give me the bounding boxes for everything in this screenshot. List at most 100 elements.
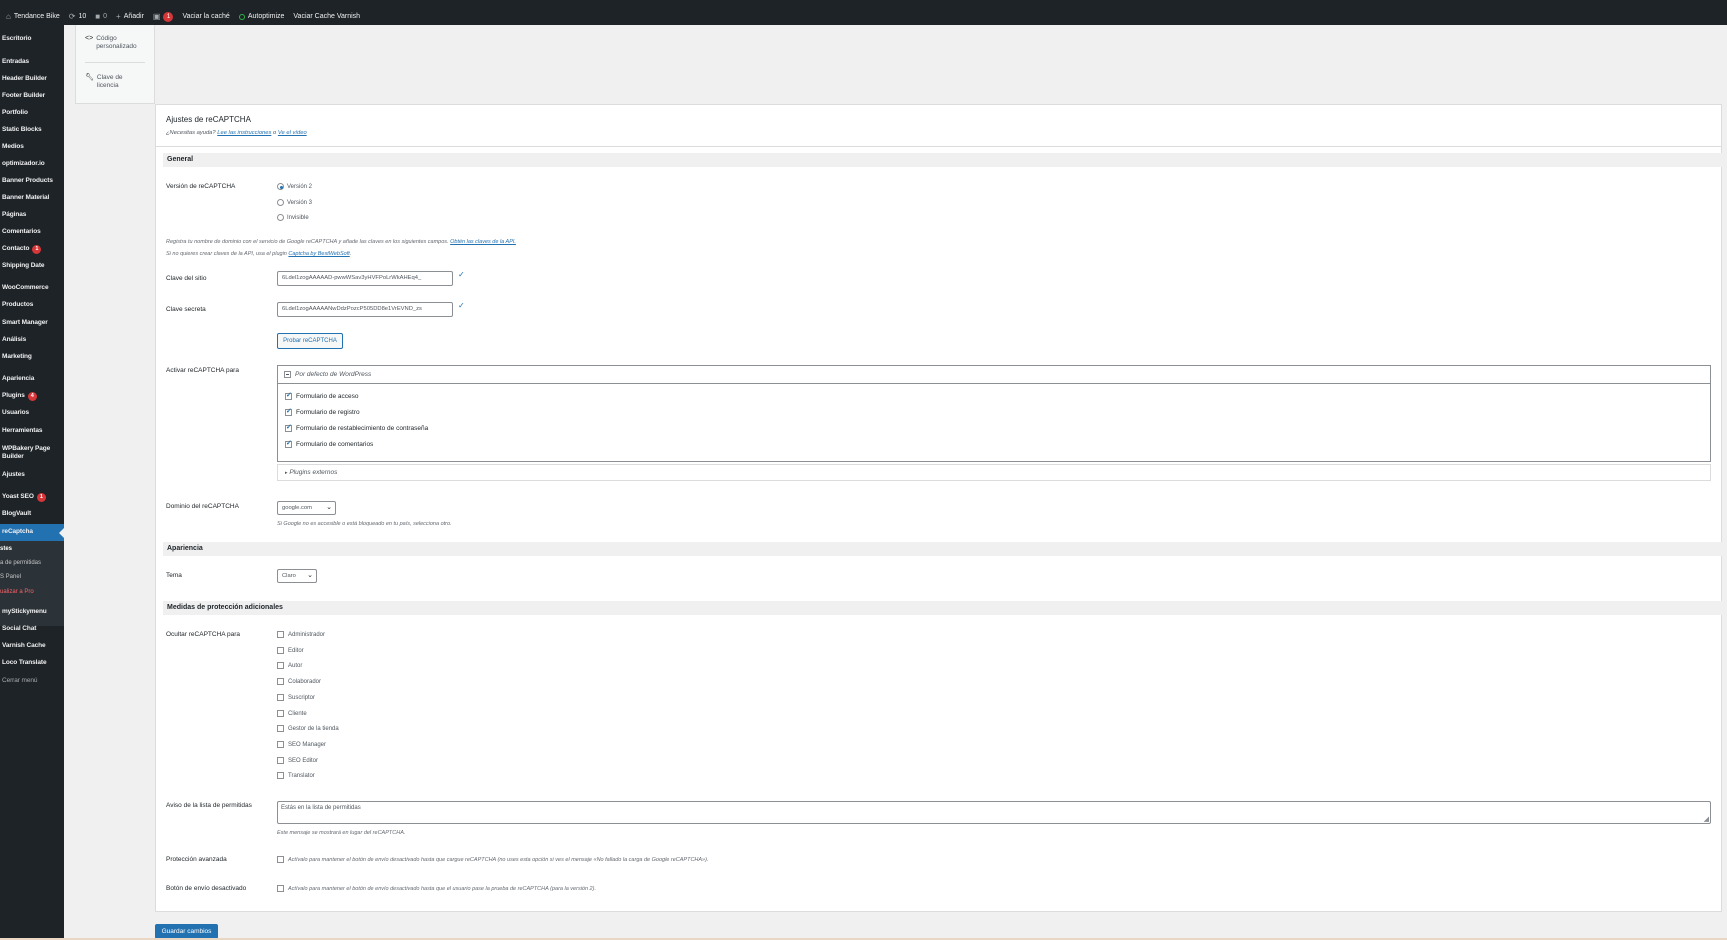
- menu-banner-products[interactable]: Banner Products: [2, 177, 53, 184]
- menu-blogvault[interactable]: BlogVault: [2, 510, 31, 517]
- menu-static-blocks[interactable]: Static Blocks: [2, 126, 42, 133]
- role-author[interactable]: Autor: [277, 662, 302, 669]
- varnish-label: Vaciar Cache Varnish: [293, 13, 361, 20]
- role-shop-manager-label: Gestor de la tienda: [288, 725, 339, 732]
- menu-entradas[interactable]: Entradas: [2, 58, 29, 65]
- menu-escritorio[interactable]: Escritorio: [2, 35, 31, 42]
- menu-herramientas[interactable]: Herramientas: [2, 427, 42, 434]
- menu-varnish-cache[interactable]: Varnish Cache: [2, 642, 46, 649]
- menu-optimizador[interactable]: optimizador.io: [2, 160, 45, 167]
- disabled-submit-checkbox[interactable]: Actívalo para mantener el botón de envío…: [277, 885, 596, 892]
- radio-invisible[interactable]: Invisible: [277, 214, 309, 221]
- external-plugins-label: Plugins externos: [289, 469, 338, 476]
- wp-default-header[interactable]: Por defecto de WordPress: [278, 366, 1710, 384]
- menu-recaptcha[interactable]: reCaptcha: [2, 528, 33, 535]
- menu-footer-builder[interactable]: Footer Builder: [2, 92, 45, 99]
- instructions-link[interactable]: Lee las instrucciones: [217, 130, 271, 136]
- comments-count: 0: [103, 13, 108, 20]
- menu-header-builder[interactable]: Header Builder: [2, 75, 47, 82]
- domain-select[interactable]: google.com ⌄: [277, 501, 336, 515]
- role-customer[interactable]: Cliente: [277, 710, 307, 717]
- radio-version-2[interactable]: Versión 2: [277, 183, 312, 190]
- role-customer-label: Cliente: [288, 710, 307, 717]
- menu-apariencia[interactable]: Apariencia: [2, 375, 34, 382]
- tab-license[interactable]: 🔧︎ Clave de licencia: [85, 74, 127, 90]
- advanced-protection-checkbox[interactable]: Actívalo para mantener el botón de envío…: [277, 856, 708, 863]
- checkbox-register-label: Formulario de registro: [296, 409, 360, 416]
- resize-handle-icon[interactable]: ◢: [1704, 815, 1709, 823]
- get-api-keys-link[interactable]: Obtén las claves de la API.: [450, 239, 516, 245]
- menu-usuarios[interactable]: Usuarios: [2, 409, 29, 416]
- checkbox-comments-form[interactable]: Formulario de comentarios: [285, 439, 373, 448]
- autoptimize-link[interactable]: Autoptimize: [238, 13, 284, 20]
- submenu-ajustes[interactable]: stes: [0, 546, 12, 552]
- menu-plugins-label: Plugins: [2, 392, 25, 399]
- menu-medios[interactable]: Medios: [2, 143, 24, 150]
- plugin-note: Si no quieres crear claves de la API, us…: [166, 251, 352, 257]
- varnish-link[interactable]: Vaciar Cache Varnish: [293, 13, 360, 20]
- external-plugins-toggle[interactable]: ▸ Plugins externos: [277, 464, 1711, 481]
- section-extra-protection: Medidas de protección adicionales: [163, 601, 1722, 615]
- menu-productos[interactable]: Productos: [2, 301, 33, 308]
- menu-wpbakery[interactable]: WPBakery Page Builder: [2, 445, 60, 461]
- menu-paginas[interactable]: Páginas: [2, 211, 26, 218]
- menu-plugins[interactable]: Plugins 4: [2, 392, 37, 401]
- menu-analisis[interactable]: Análisis: [2, 336, 26, 343]
- checkbox-reset-label: Formulario de restablecimiento de contra…: [296, 425, 429, 432]
- menu-loco-translate[interactable]: Loco Translate: [2, 659, 47, 666]
- clear-cache-link[interactable]: Vaciar la caché: [182, 13, 229, 20]
- menu-yoast[interactable]: Yoast SEO 1: [2, 493, 46, 502]
- menu-smart-manager[interactable]: Smart Manager: [2, 319, 48, 326]
- chevron-down-icon: ⌄: [326, 504, 332, 511]
- bestwebsoft-link[interactable]: Captcha by BestWebSoft: [288, 251, 349, 257]
- test-recaptcha-button[interactable]: Probar reCAPTCHA: [277, 333, 343, 349]
- submenu-bws-panel[interactable]: S Panel: [0, 574, 21, 580]
- menu-portfolio[interactable]: Portfolio: [2, 109, 28, 116]
- tab-license-label: Clave de licencia: [96, 74, 123, 89]
- video-link[interactable]: Ve el vídeo: [278, 130, 307, 136]
- yoast-badge: 1: [36, 493, 46, 502]
- whitelist-textarea[interactable]: Estás en la lista de permitidas ◢: [277, 801, 1711, 824]
- comments-link[interactable]: ■ 0: [95, 12, 107, 21]
- role-administrator[interactable]: Administrador: [277, 631, 325, 638]
- role-subscriber[interactable]: Suscriptor: [277, 694, 315, 701]
- role-seo-manager-label: SEO Manager: [288, 741, 327, 748]
- checkbox-checked-icon: [285, 407, 292, 416]
- secret-key-input[interactable]: 6Ldel1zogAAAAANwDdzPozcP505DD8e1VrEVND_z…: [277, 302, 453, 317]
- menu-comentarios[interactable]: Comentarios: [2, 228, 41, 235]
- submenu-upgrade-pro[interactable]: ualizar a Pro: [0, 589, 34, 595]
- api-note-text: Registra tu nombre de dominio con el ser…: [166, 239, 449, 245]
- role-contributor[interactable]: Colaborador: [277, 678, 321, 685]
- menu-contacto[interactable]: Contacto 1: [2, 245, 42, 254]
- menu-banner-material[interactable]: Banner Material: [2, 194, 49, 201]
- menu-collapse[interactable]: Cerrar menú: [2, 677, 37, 684]
- submenu-whitelist[interactable]: a de permitidas: [0, 560, 41, 566]
- menu-ajustes[interactable]: Ajustes: [2, 471, 25, 478]
- site-name-link[interactable]: ⌂ Tendance Bike: [6, 12, 60, 21]
- role-editor[interactable]: Editor: [277, 647, 304, 654]
- domain-label: Dominio del reCAPTCHA: [166, 503, 239, 510]
- updates-link[interactable]: ⟳ 10: [69, 12, 87, 21]
- radio-version-3[interactable]: Versión 3: [277, 199, 312, 206]
- role-seo-manager[interactable]: SEO Manager: [277, 741, 326, 748]
- menu-social-chat[interactable]: Social Chat: [2, 625, 36, 632]
- checkbox-checked-icon: [285, 423, 292, 432]
- tab-custom-code[interactable]: <> Código personalizado: [85, 35, 140, 51]
- role-translator[interactable]: Translator: [277, 772, 315, 779]
- notifications-link[interactable]: ▣ 1: [152, 11, 174, 22]
- checkbox-login-form[interactable]: Formulario de acceso: [285, 391, 359, 400]
- checkbox-register-form[interactable]: Formulario de registro: [285, 407, 360, 416]
- save-changes-button[interactable]: Guardar cambios: [155, 924, 218, 939]
- add-new-link[interactable]: + Añadir: [116, 12, 144, 21]
- menu-shipping-date[interactable]: Shipping Date: [2, 262, 45, 269]
- menu-marketing[interactable]: Marketing: [2, 353, 32, 360]
- theme-select[interactable]: Claro ⌄: [277, 569, 317, 583]
- role-shop-manager[interactable]: Gestor de la tienda: [277, 725, 339, 732]
- menu-woocommerce[interactable]: WooCommerce: [2, 284, 49, 291]
- site-key-input[interactable]: 6Ldel1zogAAAAAD-pwwWSav3yHVFPoLrWkAHEq4_: [277, 271, 453, 286]
- role-seo-editor[interactable]: SEO Editor: [277, 757, 318, 764]
- plugin-icon: ▣: [152, 12, 161, 21]
- menu-mystickymenu[interactable]: myStickymenu: [2, 608, 47, 615]
- radio-icon: [277, 199, 284, 206]
- checkbox-reset-form[interactable]: Formulario de restablecimiento de contra…: [285, 423, 429, 432]
